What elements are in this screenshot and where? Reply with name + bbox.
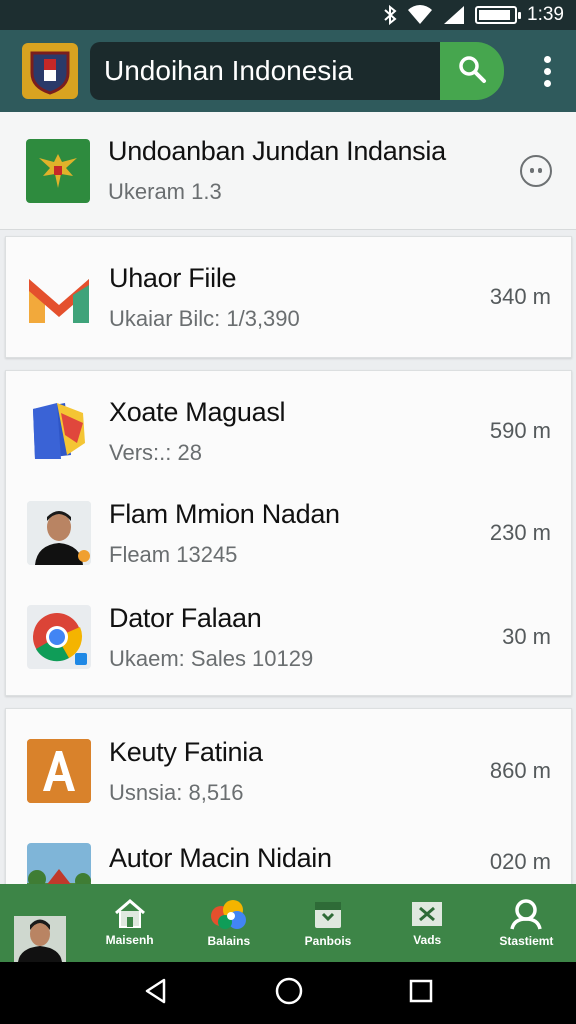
avatar[interactable] — [0, 884, 80, 962]
garuda-icon — [26, 138, 90, 203]
nav-item-home[interactable]: Maisenh — [80, 884, 179, 962]
person-photo — [27, 501, 91, 565]
home-icon — [113, 899, 147, 929]
photos-icon — [207, 898, 251, 930]
folder-icon — [312, 898, 344, 930]
more-options-icon[interactable] — [520, 154, 552, 187]
chrome-icon — [27, 605, 91, 669]
search-bar: Undoihan Indonesia — [90, 42, 504, 100]
item-subtitle: Fleam 13245 — [109, 541, 238, 567]
item-title: Dator Falaan — [109, 602, 262, 633]
status-time: 1:39 — [527, 4, 564, 25]
item-size: 590 m — [489, 418, 551, 443]
nav-label: Vads — [413, 933, 442, 947]
item-size: 860 m — [489, 758, 551, 783]
app-bar: Undoihan Indonesia — [0, 30, 576, 112]
item-subtitle: Ukaem: Sales 10129 — [109, 645, 314, 671]
list-item[interactable]: Keuty Fatinia Usnsia: 8,516 860 m — [6, 719, 571, 823]
app-card: Keuty Fatinia Usnsia: 8,516 860 m Autor … — [5, 708, 572, 886]
item-size: 230 m — [489, 520, 551, 545]
status-bar: 1:39 — [0, 0, 576, 30]
item-subtitle: Vers:.: 28 — [109, 439, 202, 465]
list-item[interactable]: Autor Macin Nidain 020 m — [6, 823, 571, 886]
back-icon[interactable] — [142, 977, 170, 1010]
featured-item[interactable]: Undoanban Jundan Indansia Ukeram 1.3 — [0, 112, 576, 230]
home-circle-icon[interactable] — [274, 976, 304, 1011]
item-title: Flam Mmion Nadan — [109, 498, 340, 529]
featured-title: Undoanban Jundan Indansia — [108, 136, 446, 166]
search-input[interactable]: Undoihan Indonesia — [90, 42, 440, 100]
nav-item-profile[interactable]: Stastiemt — [477, 884, 576, 962]
list-item[interactable]: Uhaor Fiile Ukaiar Bilc: 1/3,390 340 m — [6, 263, 571, 332]
nav-item-tools[interactable]: Vads — [378, 884, 477, 962]
search-button[interactable] — [440, 42, 504, 100]
bottom-navigation: Maisenh Balains Panbois Vads Stastiemt — [0, 884, 576, 962]
item-size: 020 m — [489, 849, 551, 874]
battery-fill — [479, 10, 510, 20]
wifi-icon — [407, 5, 433, 25]
person-icon — [508, 898, 544, 930]
list-item[interactable]: Xoate Maguasl Vers:.: 28 590 m — [6, 381, 571, 481]
app-list: Undoanban Jundan Indansia Ukeram 1.3 Uha… — [0, 112, 576, 886]
item-subtitle: Usnsia: 8,516 — [109, 779, 244, 805]
app-card: Xoate Maguasl Vers:.: 28 590 m Flam Mmio… — [5, 370, 572, 696]
item-title: Xoate Maguasl — [109, 396, 286, 427]
house-photo — [27, 843, 91, 886]
list-item[interactable]: Flam Mmion Nadan Fleam 13245 230 m — [6, 481, 571, 585]
nav-label: Maisenh — [105, 933, 154, 947]
item-subtitle: Ukaiar Bilc: 1/3,390 — [109, 305, 300, 331]
item-size: 340 m — [489, 284, 551, 309]
docs-icon — [27, 399, 91, 463]
tools-icon — [410, 899, 444, 929]
system-navigation-bar — [0, 962, 576, 1024]
nav-label: Panbois — [304, 934, 352, 948]
nav-label: Stastiemt — [499, 934, 554, 948]
signal-icon — [443, 5, 465, 25]
more-vert-icon[interactable] — [532, 43, 562, 99]
search-icon — [457, 54, 487, 89]
gmail-icon — [27, 265, 91, 329]
nav-item-folder[interactable]: Panbois — [278, 884, 377, 962]
app-logo[interactable] — [22, 43, 78, 99]
recents-icon[interactable] — [408, 978, 434, 1009]
letter-a-icon — [27, 739, 91, 803]
nav-item-photos[interactable]: Balains — [179, 884, 278, 962]
featured-subtitle: Ukeram 1.3 — [108, 179, 222, 204]
bluetooth-icon — [383, 5, 397, 25]
item-title: Autor Macin Nidain — [109, 843, 332, 873]
app-card: Uhaor Fiile Ukaiar Bilc: 1/3,390 340 m — [5, 236, 572, 358]
battery-icon — [475, 6, 522, 24]
item-title: Keuty Fatinia — [109, 736, 263, 767]
item-size: 30 m — [502, 624, 551, 649]
nav-label: Balains — [207, 934, 251, 948]
list-item[interactable]: Dator Falaan Ukaem: Sales 10129 30 m — [6, 585, 571, 689]
item-title: Uhaor Fiile — [109, 262, 237, 293]
